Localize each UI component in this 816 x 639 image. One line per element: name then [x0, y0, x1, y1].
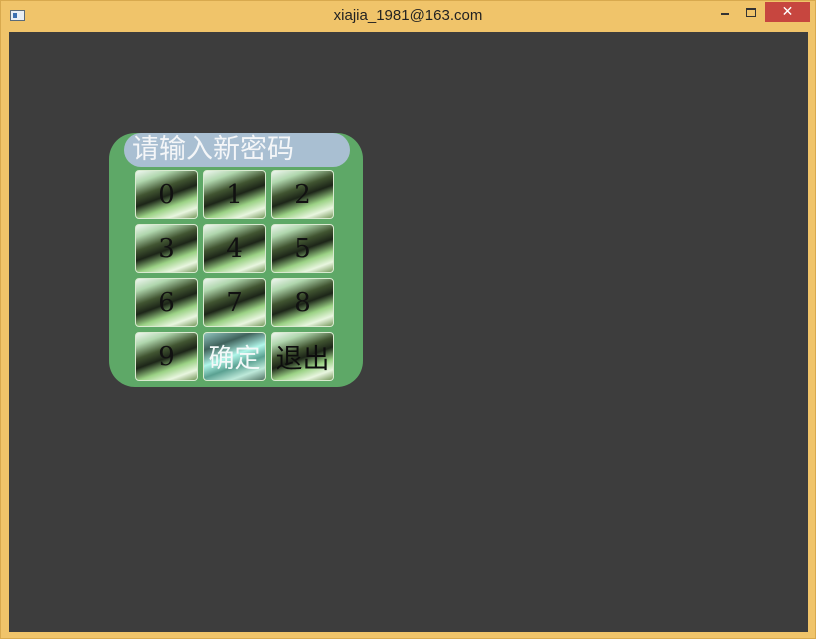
- key-5[interactable]: 5: [271, 224, 334, 273]
- key-2[interactable]: 2: [271, 170, 334, 219]
- key-4[interactable]: 4: [203, 224, 266, 273]
- window-title: xiajia_1981@163.com: [333, 7, 483, 24]
- minimize-button[interactable]: [712, 2, 738, 22]
- key-6[interactable]: 6: [135, 278, 198, 327]
- password-keypad-panel: 请输入新密码 0 1 2 3 4 5 6 7 8 9 确定 退出: [109, 133, 363, 387]
- maximize-button[interactable]: [738, 2, 764, 22]
- exit-button[interactable]: 退出: [271, 332, 334, 381]
- key-8[interactable]: 8: [271, 278, 334, 327]
- key-7[interactable]: 7: [203, 278, 266, 327]
- key-0[interactable]: 0: [135, 170, 198, 219]
- password-prompt: 请输入新密码: [124, 133, 350, 167]
- key-1[interactable]: 1: [203, 170, 266, 219]
- client-area: 请输入新密码 0 1 2 3 4 5 6 7 8 9 确定 退出: [9, 32, 808, 632]
- key-3[interactable]: 3: [135, 224, 198, 273]
- app-window: xiajia_1981@163.com ✕ 请输入新密码 0 1 2 3 4 5…: [0, 0, 816, 639]
- close-button[interactable]: ✕: [765, 2, 810, 22]
- title-bar[interactable]: xiajia_1981@163.com ✕: [1, 1, 815, 31]
- key-9[interactable]: 9: [135, 332, 198, 381]
- confirm-button[interactable]: 确定: [203, 332, 266, 381]
